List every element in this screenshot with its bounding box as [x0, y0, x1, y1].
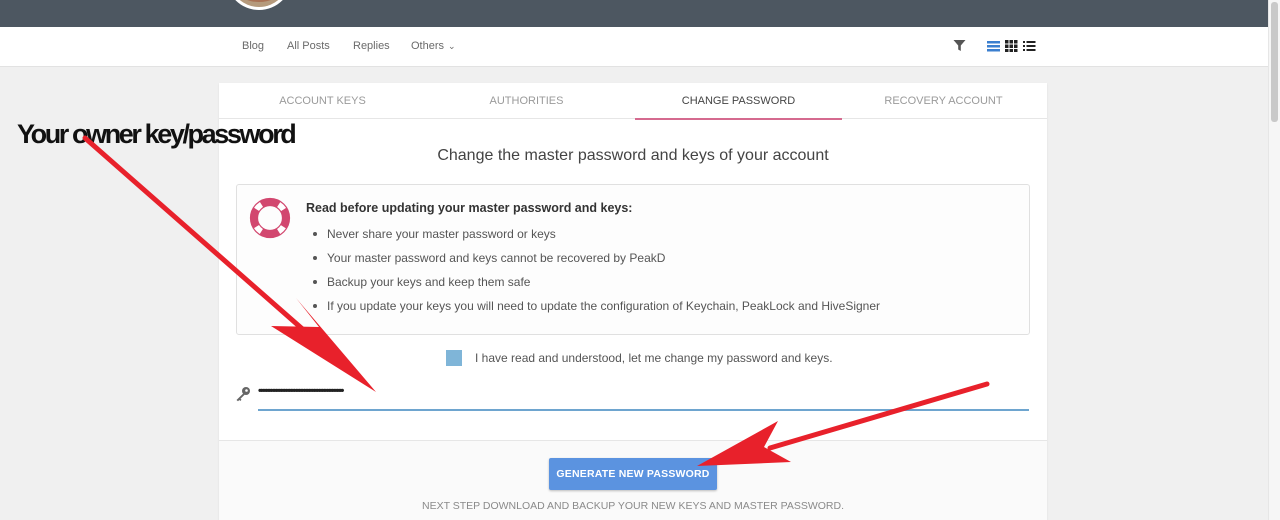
annotation-label: Your owner key/password	[17, 119, 297, 149]
list-item: Never share your master password or keys	[306, 227, 880, 251]
tab-change-password[interactable]: CHANGE PASSWORD	[635, 83, 842, 120]
notice-title: Read before updating your master passwor…	[306, 201, 633, 215]
warning-notice: Read before updating your master passwor…	[236, 184, 1030, 335]
view-list-icon[interactable]	[987, 39, 1001, 57]
view-grid-icon[interactable]	[1005, 39, 1018, 57]
generate-new-password-button[interactable]: GENERATE NEW PASSWORD	[549, 458, 717, 490]
profile-nav-bar: Blog All Posts Replies Others ⌄	[0, 27, 1268, 67]
nav-item-blog[interactable]: Blog	[242, 40, 264, 52]
tab-recovery-account[interactable]: RECOVERY ACCOUNT	[840, 83, 1047, 119]
notice-list: Never share your master password or keys…	[306, 227, 880, 323]
page-scrollbar[interactable]	[1268, 0, 1280, 520]
chevron-down-icon: ⌄	[448, 41, 456, 51]
page-title: Change the master password and keys of y…	[437, 147, 829, 164]
nav-item-replies[interactable]: Replies	[353, 40, 390, 52]
nav-item-others[interactable]: Others ⌄	[411, 40, 456, 52]
agree-checkbox[interactable]	[446, 350, 462, 366]
key-icon	[235, 386, 251, 407]
top-header-bar	[0, 0, 1268, 27]
nav-item-all-posts[interactable]: All Posts	[287, 40, 330, 52]
avatar[interactable]	[226, 0, 292, 10]
filter-icon[interactable]	[953, 39, 966, 57]
agree-label[interactable]: I have read and understood, let me chang…	[475, 351, 833, 365]
list-item: Your master password and keys cannot be …	[306, 251, 880, 275]
scrollbar-thumb[interactable]	[1271, 2, 1278, 122]
tab-account-keys[interactable]: ACCOUNT KEYS	[219, 83, 426, 119]
list-item: Backup your keys and keep them safe	[306, 275, 880, 299]
nav-item-others-label: Others	[411, 40, 445, 52]
list-item: If you update your keys you will need to…	[306, 299, 880, 323]
next-step-hint: NEXT STEP DOWNLOAD AND BACKUP YOUR NEW K…	[421, 500, 845, 512]
view-compact-icon[interactable]	[1023, 39, 1036, 57]
change-password-card: ACCOUNT KEYS AUTHORITIES CHANGE PASSWORD…	[219, 83, 1047, 520]
keys-tabs: ACCOUNT KEYS AUTHORITIES CHANGE PASSWORD…	[219, 83, 1047, 120]
tab-authorities[interactable]: AUTHORITIES	[423, 83, 630, 119]
lifebuoy-icon	[249, 197, 291, 244]
master-password-field[interactable]	[258, 379, 1029, 411]
card-footer: GENERATE NEW PASSWORD NEXT STEP DOWNLOAD…	[219, 440, 1047, 520]
